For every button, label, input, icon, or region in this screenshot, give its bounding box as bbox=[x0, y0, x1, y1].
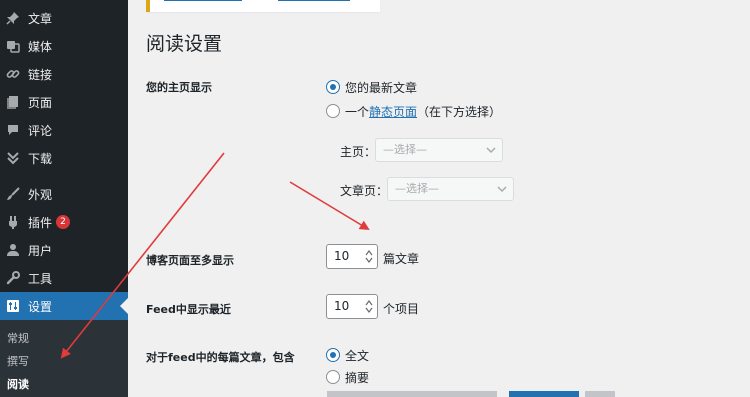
menu-item-appearance[interactable]: 外观 bbox=[0, 180, 128, 208]
submenu-item-reading[interactable]: 阅读 bbox=[7, 376, 29, 392]
front-page-select[interactable]: —选择— bbox=[375, 138, 503, 162]
radio-full-text-label: 全文 bbox=[345, 349, 370, 363]
spinner-arrows-icon[interactable] bbox=[365, 299, 373, 314]
posts-page-select[interactable]: —选择— bbox=[387, 177, 514, 201]
plugin-icon bbox=[6, 215, 20, 229]
active-indicator bbox=[120, 298, 128, 314]
homepage-display-label: 您的主页显示 bbox=[146, 81, 212, 94]
menu-item-comments[interactable]: 评论 bbox=[0, 116, 128, 144]
radio-static-page[interactable] bbox=[326, 104, 340, 118]
menu-item-label: 媒体 bbox=[28, 39, 53, 54]
settings-submenu: 常规 撰写 阅读 bbox=[0, 320, 128, 397]
posts-per-page-label: 博客页面至多显示 bbox=[146, 254, 234, 267]
menu-item-label: 链接 bbox=[28, 67, 53, 82]
radio-summary-label: 摘要 bbox=[345, 371, 370, 385]
posts-per-page-suffix: 篇文章 bbox=[383, 252, 420, 266]
admin-sidebar: 文章 媒体 链接 页面 评论 下载 外观 插件 2 用户 工具 设置 常规 撰写… bbox=[0, 0, 128, 397]
page-title: 阅读设置 bbox=[146, 33, 223, 55]
comment-icon bbox=[6, 123, 20, 137]
chevron-down-icon bbox=[486, 147, 496, 154]
radio-static-page-label: 一个静态页面（在下方选择） bbox=[345, 105, 502, 119]
menu-item-label: 外观 bbox=[28, 187, 53, 202]
feed-description-text bbox=[327, 391, 627, 397]
menu-item-posts[interactable]: 文章 bbox=[0, 4, 128, 32]
menu-item-label: 用户 bbox=[28, 243, 53, 258]
media-icon bbox=[6, 39, 20, 53]
admin-notice bbox=[146, 0, 380, 12]
menu-item-media[interactable]: 媒体 bbox=[0, 32, 128, 60]
menu-item-settings[interactable]: 设置 bbox=[0, 292, 128, 320]
menu-item-label: 文章 bbox=[28, 11, 53, 26]
feed-count-suffix: 个项目 bbox=[383, 302, 420, 316]
settings-icon bbox=[6, 299, 20, 313]
feed-count-input[interactable]: 10 bbox=[326, 294, 378, 319]
feed-count-label: Feed中显示最近 bbox=[146, 303, 231, 316]
static-page-link[interactable]: 静态页面 bbox=[369, 105, 417, 119]
pin-icon bbox=[6, 11, 20, 25]
radio-latest-posts[interactable] bbox=[326, 80, 340, 94]
menu-item-label: 评论 bbox=[28, 123, 53, 138]
menu-item-links[interactable]: 链接 bbox=[0, 60, 128, 88]
download-icon bbox=[6, 151, 20, 165]
wrench-icon bbox=[6, 271, 20, 285]
menu-item-label: 下载 bbox=[28, 151, 53, 166]
page-icon bbox=[6, 95, 20, 109]
update-count-badge: 2 bbox=[56, 215, 71, 229]
menu-item-label: 插件 bbox=[28, 215, 53, 230]
menu-item-tools[interactable]: 工具 bbox=[0, 264, 128, 292]
user-icon bbox=[6, 243, 20, 257]
notice-link[interactable] bbox=[164, 0, 242, 1]
brush-icon bbox=[6, 187, 20, 201]
menu-item-users[interactable]: 用户 bbox=[0, 236, 128, 264]
posts-per-page-input[interactable]: 10 bbox=[326, 244, 378, 269]
menu-item-label: 工具 bbox=[28, 271, 53, 286]
link-icon bbox=[6, 67, 20, 81]
radio-full-text[interactable] bbox=[326, 348, 340, 362]
menu-item-downloads[interactable]: 下载 bbox=[0, 144, 128, 172]
chevron-down-icon bbox=[497, 186, 507, 193]
front-page-label: 主页： bbox=[340, 145, 377, 159]
menu-item-label: 设置 bbox=[28, 299, 53, 314]
posts-page-label: 文章页： bbox=[340, 184, 389, 198]
submenu-item-writing[interactable]: 撰写 bbox=[7, 353, 29, 369]
menu-item-pages[interactable]: 页面 bbox=[0, 88, 128, 116]
notice-link[interactable] bbox=[278, 0, 350, 1]
radio-summary[interactable] bbox=[326, 370, 340, 384]
submenu-item-general[interactable]: 常规 bbox=[7, 330, 29, 346]
radio-latest-posts-label: 您的最新文章 bbox=[345, 81, 418, 95]
menu-item-plugins[interactable]: 插件 2 bbox=[0, 208, 128, 236]
feed-content-label: 对于feed中的每篇文章，包含 bbox=[146, 351, 295, 364]
menu-item-label: 页面 bbox=[28, 95, 53, 110]
spinner-arrows-icon[interactable] bbox=[365, 249, 373, 264]
